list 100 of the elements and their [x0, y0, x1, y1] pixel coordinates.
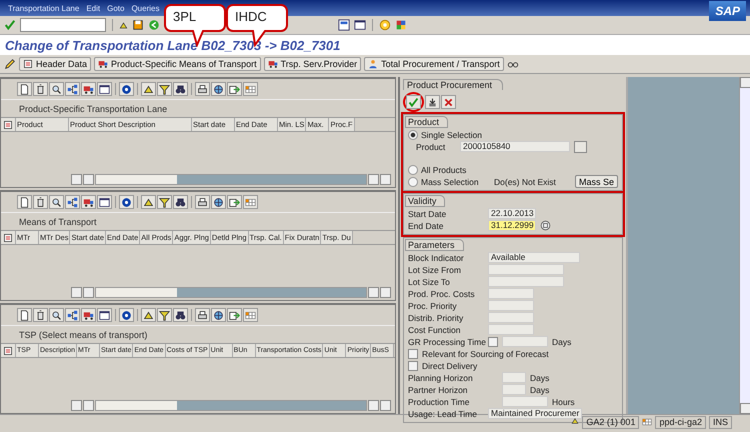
layout-button[interactable] [1, 344, 16, 357]
toolbar-button[interactable] [97, 82, 112, 96]
input-field[interactable] [488, 324, 534, 335]
toolbar-button[interactable] [17, 308, 32, 322]
toolbar-button[interactable] [17, 195, 32, 209]
select-button[interactable] [574, 140, 587, 152]
value-help-icon [540, 220, 551, 231]
toolbar-button[interactable] [195, 82, 210, 96]
toolbar-button[interactable] [173, 308, 188, 322]
grid-icon [245, 84, 256, 94]
input-field[interactable] [502, 396, 548, 407]
toolbar-button[interactable] [33, 82, 48, 96]
field-label: Cost Function [408, 324, 462, 334]
toolbar-button[interactable]: Trsp. Serv.Provider [264, 57, 362, 71]
window-icon [99, 196, 110, 208]
binoculars-icon [175, 310, 186, 320]
checkbox-label: Relevant for Sourcing of Forecast [422, 348, 549, 358]
product-field[interactable]: 2000105840 [460, 141, 570, 152]
toolbar-button[interactable] [211, 195, 226, 209]
toolbar-button[interactable] [65, 195, 80, 209]
field-label: Product [416, 142, 446, 152]
toolbar-button[interactable] [17, 82, 32, 96]
truck-icon [83, 310, 94, 320]
window-icon [99, 310, 110, 320]
close-icon [443, 96, 454, 108]
toolbar-button[interactable]: Total Procurement / Transport [364, 57, 504, 71]
toolbar-button[interactable] [65, 308, 80, 322]
input-field[interactable] [488, 312, 534, 323]
input-field[interactable] [502, 372, 526, 383]
command-field[interactable] [20, 18, 106, 32]
layout-button[interactable] [1, 118, 16, 131]
palette-icon [395, 19, 407, 31]
checkbox[interactable] [408, 360, 418, 370]
truck-icon [83, 84, 94, 94]
list-icon [3, 120, 13, 130]
menu-item[interactable]: Edit [86, 4, 100, 12]
toolbar-button[interactable] [33, 308, 48, 322]
toolbar-button[interactable] [141, 308, 156, 322]
toolbar-button[interactable] [227, 82, 242, 96]
radio-button[interactable] [408, 130, 418, 140]
toolbar-button[interactable] [65, 82, 80, 96]
toolbar-button[interactable] [195, 308, 210, 322]
toolbar-button[interactable] [119, 82, 134, 96]
toolbar-button[interactable] [173, 82, 188, 96]
toolbar-button[interactable] [97, 308, 112, 322]
field-label: Proc. Priority [408, 300, 458, 310]
toolbar-button[interactable]: Product-Specific Means of Transport [94, 57, 261, 71]
field-label: Lot Size From [408, 264, 462, 274]
unit-label: Days [530, 384, 550, 394]
toolbar-button[interactable] [49, 195, 64, 209]
menu-item[interactable]: Goto [107, 4, 124, 12]
toolbar-button[interactable] [81, 195, 96, 209]
date-field[interactable]: 31.12.2999 [488, 220, 536, 231]
toolbar-button[interactable] [141, 195, 156, 209]
toolbar-button[interactable] [49, 308, 64, 322]
status-text: Do(es) Not Exist [494, 176, 556, 186]
layout-button[interactable] [1, 231, 16, 244]
input-field[interactable] [488, 288, 534, 299]
input-field[interactable] [502, 384, 526, 395]
trash-icon [35, 310, 46, 320]
toolbar-button[interactable] [141, 82, 156, 96]
toolbar-button[interactable] [157, 308, 172, 322]
triangle-icon [143, 196, 154, 208]
toolbar-button[interactable] [157, 195, 172, 209]
menu-item[interactable]: Transportation Lane [8, 4, 80, 12]
toolbar-button[interactable] [119, 308, 134, 322]
export-icon [229, 196, 240, 208]
toolbar-button[interactable] [119, 195, 134, 209]
radio-button[interactable] [408, 164, 418, 174]
toolbar-button[interactable] [211, 82, 226, 96]
input-field[interactable] [502, 336, 548, 347]
toolbar-button[interactable] [173, 195, 188, 209]
toolbar-button[interactable] [81, 308, 96, 322]
toolbar-button[interactable] [97, 195, 112, 209]
mass-selection-button[interactable]: Mass Se [574, 175, 618, 188]
input-field[interactable] [488, 276, 564, 287]
overview-icon [338, 19, 350, 31]
input-field[interactable] [488, 300, 534, 311]
toolbar-button[interactable] [49, 82, 64, 96]
radio-button[interactable] [408, 176, 418, 186]
toolbar-button[interactable] [227, 195, 242, 209]
dropdown-field[interactable]: Maintained Procuremer [488, 408, 582, 419]
toolbar-button[interactable] [195, 195, 210, 209]
toolbar-button[interactable] [157, 82, 172, 96]
logo: SAP [709, 1, 746, 21]
scrollbar[interactable] [739, 77, 750, 414]
toolbar-button[interactable]: Header Data [19, 57, 92, 71]
dropdown-field[interactable]: Available [488, 252, 580, 263]
list-icon [23, 59, 33, 69]
toolbar-button[interactable] [227, 308, 242, 322]
toolbar-button[interactable] [211, 308, 226, 322]
menu-item[interactable]: Queries [131, 4, 160, 12]
toolbar-button[interactable] [425, 95, 440, 109]
toolbar-button[interactable] [81, 82, 96, 96]
date-field[interactable]: 22.10.2013 [488, 208, 536, 219]
checkbox[interactable] [408, 348, 418, 358]
input-field[interactable] [488, 264, 564, 275]
toolbar-button[interactable] [33, 195, 48, 209]
funnel-icon [159, 310, 170, 320]
checkbox[interactable] [488, 336, 498, 346]
